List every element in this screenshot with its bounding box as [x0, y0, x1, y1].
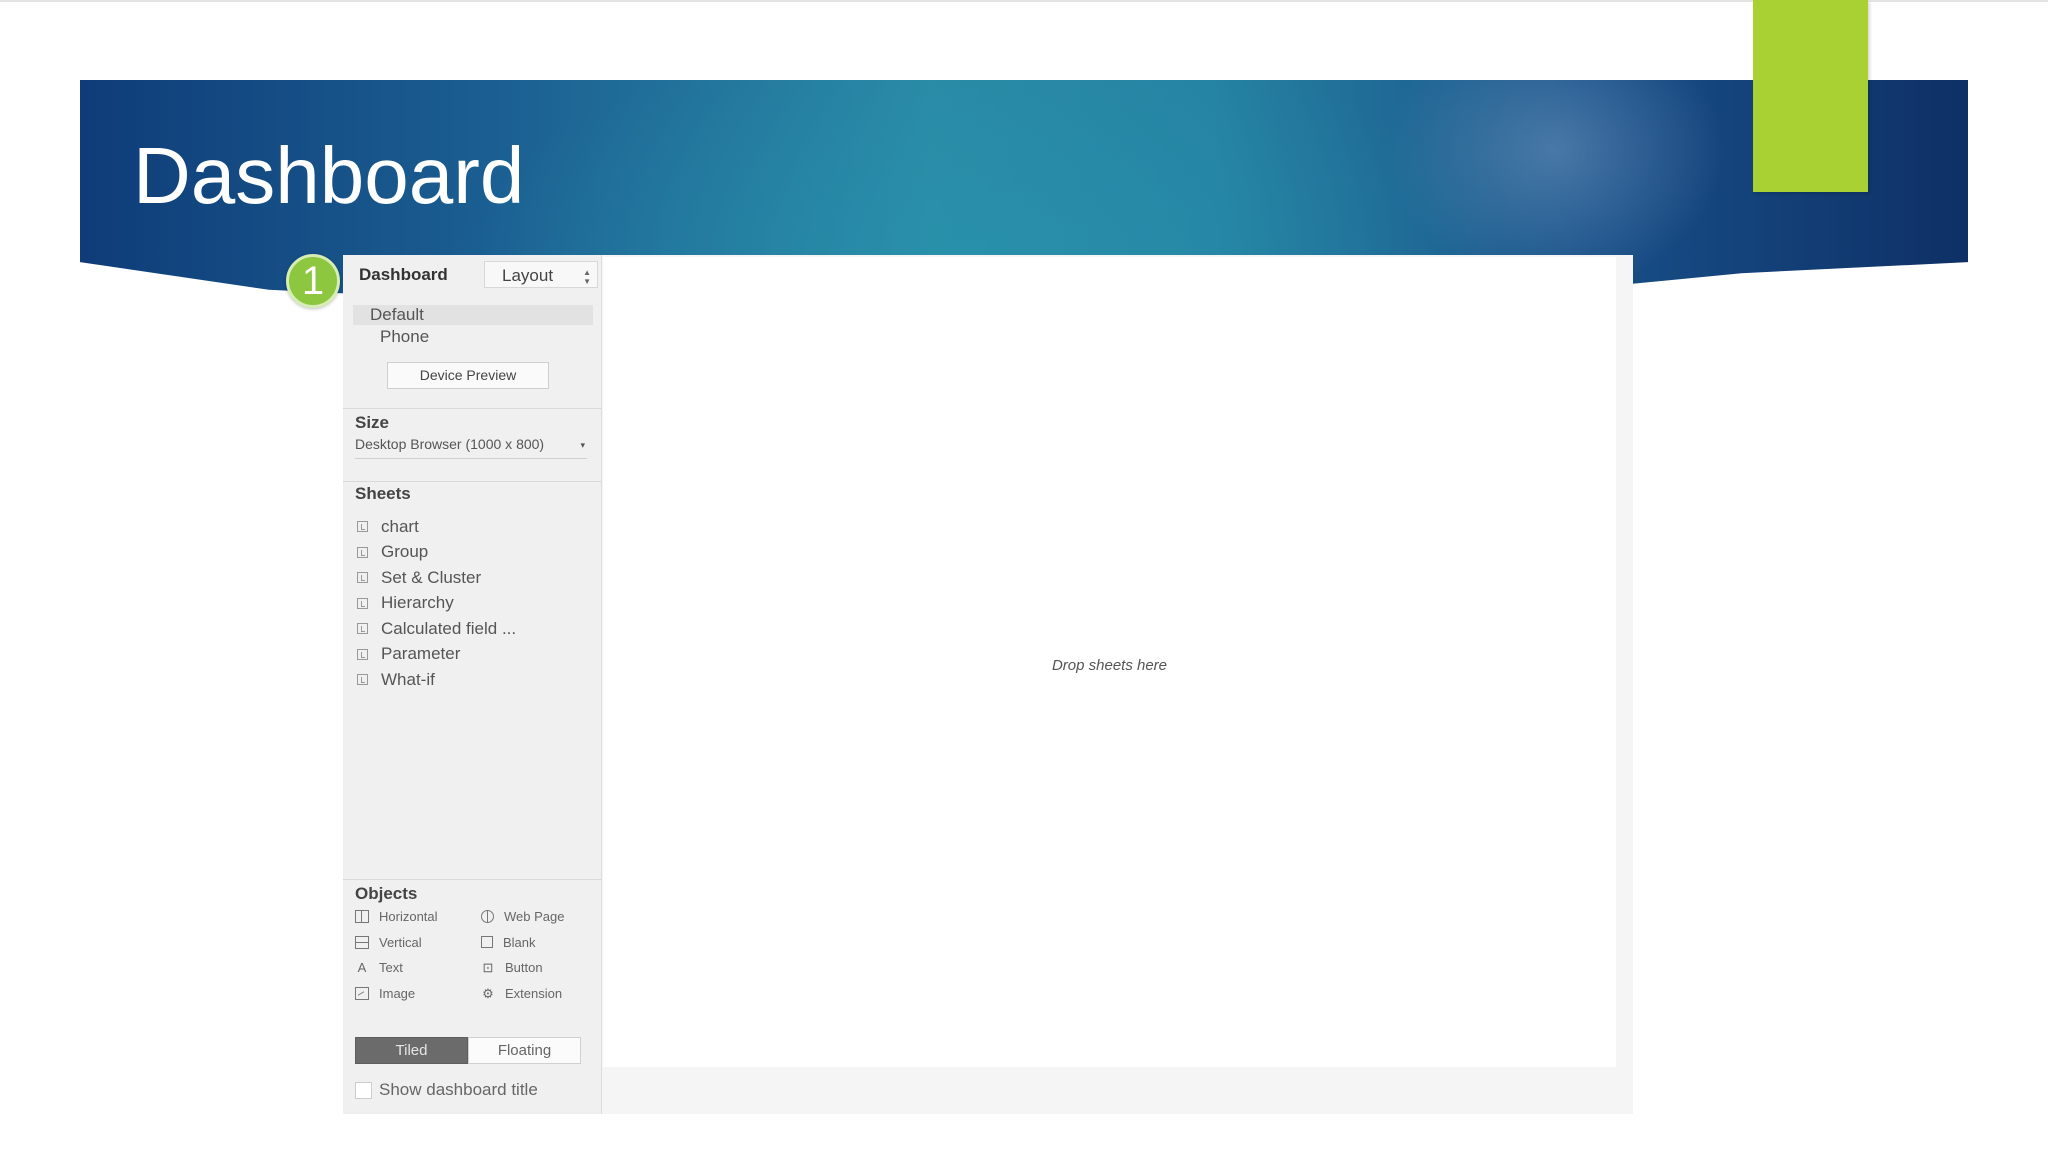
tab-dashboard[interactable]: Dashboard: [359, 265, 448, 285]
divider: [343, 408, 601, 409]
sheet-item[interactable]: What-if: [357, 667, 516, 693]
object-item-vertical[interactable]: Vertical: [355, 935, 422, 950]
sheet-item-label: Calculated field ...: [381, 618, 517, 638]
drop-sheets-placeholder: Drop sheets here: [1051, 657, 1168, 674]
tableau-dashboard-window: Dashboard Layout ▲ ▼ Default Phone Device…: [343, 255, 1633, 1114]
text-icon: A: [357, 960, 367, 975]
sheet-item-label: Set & Cluster: [381, 567, 482, 587]
worksheet-icon: [357, 521, 368, 533]
object-item-web-page[interactable]: Web Page: [481, 909, 564, 924]
show-title-label[interactable]: Show dashboard title: [379, 1080, 538, 1100]
sheet-item-label: chart: [381, 516, 419, 536]
globe-icon: [481, 910, 494, 923]
sheet-item[interactable]: chart: [357, 514, 516, 540]
slide-title: Dashboard: [133, 131, 525, 220]
size-value: Desktop Browser (1000 x 800): [355, 436, 545, 452]
sheet-item[interactable]: Set & Cluster: [357, 565, 516, 591]
sheet-item-label: Group: [381, 542, 429, 562]
device-phone-label[interactable]: Phone: [380, 327, 429, 347]
sheet-item[interactable]: Hierarchy: [357, 591, 516, 617]
chevron-down-icon: ▾: [580, 440, 585, 450]
tiled-button[interactable]: Tiled: [355, 1037, 468, 1064]
worksheet-icon: [357, 623, 368, 635]
worksheet-icon: [357, 572, 368, 584]
object-item-label: Button: [505, 960, 543, 975]
sheet-item[interactable]: Group: [357, 540, 516, 566]
object-item-label: Extension: [505, 985, 563, 1001]
device-preview-button[interactable]: Device Preview: [387, 362, 549, 389]
sheet-list: chart Group Set & Cluster Hierarchy Calculat…: [357, 514, 516, 693]
horizontal-container-icon: [355, 910, 369, 923]
size-heading: Size: [355, 413, 390, 432]
dashboard-canvas[interactable]: Drop sheets here: [603, 257, 1616, 1067]
divider: [343, 879, 601, 880]
object-item-button[interactable]: ⊡ Button: [481, 960, 543, 975]
device-default-label[interactable]: Default: [370, 305, 424, 325]
tab-layout[interactable]: Layout ▲ ▼: [484, 261, 598, 288]
image-icon: [355, 986, 369, 1000]
accent-rectangle: [1753, 0, 1868, 192]
sheets-heading: Sheets: [355, 484, 411, 503]
show-title-checkbox[interactable]: [355, 1082, 372, 1099]
worksheet-icon: [357, 674, 368, 686]
top-border-line: [0, 0, 2048, 2]
puzzle-icon: ⚙: [482, 985, 494, 1001]
sheet-item[interactable]: Calculated field ...: [357, 616, 516, 642]
vertical-container-icon: [355, 935, 369, 949]
object-item-label: Blank: [503, 934, 536, 950]
floating-button[interactable]: Floating: [468, 1037, 581, 1064]
sheet-item-label: Hierarchy: [381, 593, 454, 613]
worksheet-icon: [357, 648, 368, 660]
object-item-label: Horizontal: [379, 909, 438, 924]
object-item-label: Web Page: [504, 909, 565, 924]
divider: [343, 481, 601, 482]
sheet-item-label: Parameter: [381, 644, 461, 664]
object-item-text[interactable]: A Text: [355, 960, 403, 975]
blank-icon: [481, 936, 493, 948]
object-item-label: Image: [379, 985, 416, 1001]
objects-heading: Objects: [355, 884, 418, 903]
step-number-badge: 1: [286, 254, 340, 308]
object-item-blank[interactable]: Blank: [481, 935, 536, 950]
tab-layout-label: Layout: [502, 266, 554, 285]
dropdown-arrow-icon: ▲ ▼: [583, 268, 591, 286]
sheet-item[interactable]: Parameter: [357, 642, 516, 668]
object-item-label: Text: [379, 960, 403, 975]
button-icon: ⊡: [482, 960, 494, 975]
dashboard-side-panel: Dashboard Layout ▲ ▼ Default Phone Device…: [343, 255, 602, 1114]
sheet-item-label: What-if: [381, 669, 435, 689]
size-select[interactable]: Desktop Browser (1000 x 800) ▾: [355, 434, 587, 459]
object-item-horizontal[interactable]: Horizontal: [355, 909, 438, 924]
worksheet-icon: [357, 597, 368, 609]
worksheet-icon: [357, 546, 368, 558]
object-item-extension[interactable]: ⚙ Extension: [481, 986, 562, 1001]
object-item-image[interactable]: Image: [355, 986, 415, 1001]
object-item-label: Vertical: [379, 934, 422, 950]
